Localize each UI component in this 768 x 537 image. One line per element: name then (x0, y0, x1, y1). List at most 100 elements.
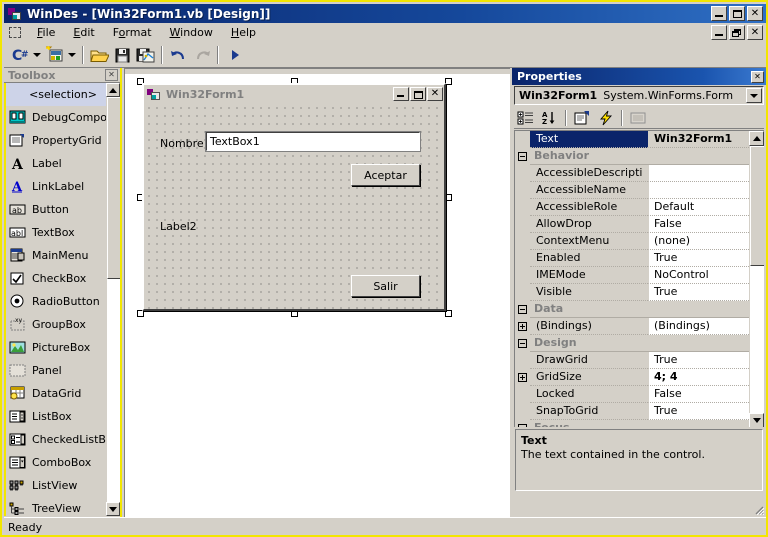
floppy-disk-icon[interactable] (111, 44, 134, 66)
properties-close-icon[interactable]: ✕ (751, 70, 764, 83)
property-value[interactable]: (Bindings) (648, 318, 749, 335)
toolbox-item-datagrid[interactable]: DataGrid (6, 382, 120, 405)
property-value[interactable]: True (648, 352, 749, 369)
toolbox-scroll-down-icon[interactable] (106, 502, 120, 516)
maximize-button[interactable] (729, 6, 745, 21)
categorized-icon[interactable] (514, 108, 538, 128)
mdi-minimize-button[interactable] (711, 25, 727, 40)
resize-handle-se[interactable] (445, 310, 452, 317)
property-row-locked[interactable]: Locked False (515, 386, 749, 403)
property-value[interactable]: True (648, 250, 749, 267)
menu-item-file[interactable]: File (28, 24, 64, 41)
toolbox-item-selection[interactable]: <selection> (6, 83, 120, 106)
property-category-design[interactable]: Design (515, 335, 749, 352)
button-salir[interactable]: Salir (351, 275, 420, 297)
form-minimize-button[interactable] (393, 87, 409, 101)
menu-item-format[interactable]: Format (104, 24, 161, 41)
property-row-allowdrop[interactable]: AllowDrop False (515, 216, 749, 233)
toolbox-item-checkbox[interactable]: CheckBox (6, 267, 120, 290)
property-row-imemode[interactable]: IMEMode NoControl (515, 267, 749, 284)
expand-icon[interactable] (518, 373, 527, 382)
open-folder-icon[interactable] (88, 44, 111, 66)
save-all-icon[interactable] (134, 44, 157, 66)
resize-handle-s[interactable] (291, 310, 298, 317)
resize-grip-icon[interactable] (752, 503, 764, 515)
label2[interactable]: Label2 (160, 220, 197, 233)
property-value[interactable] (648, 165, 749, 182)
collapse-icon[interactable] (518, 305, 527, 314)
redo-arrow-icon[interactable] (190, 44, 213, 66)
property-grid[interactable]: Text Win32Form1 Behavior AccessibleDescr… (514, 130, 764, 427)
toolbox-scroll-track[interactable] (106, 97, 120, 502)
csharp-icon[interactable]: C # (8, 44, 31, 66)
property-row-contextmenu[interactable]: ContextMenu (none) (515, 233, 749, 250)
textbox1[interactable]: TextBox1 (205, 131, 421, 152)
property-scroll-thumb[interactable] (750, 146, 764, 266)
new-item-dropdown-icon[interactable] (66, 44, 78, 66)
property-value[interactable]: True (648, 284, 749, 301)
property-pages-icon[interactable] (570, 108, 594, 128)
toolbox-item-listbox[interactable]: ListBox (6, 405, 120, 428)
label-nombre[interactable]: Nombre: (160, 137, 207, 150)
toolbox-close-icon[interactable]: ✕ (105, 69, 118, 81)
form-maximize-button[interactable] (410, 87, 426, 101)
mdi-close-button[interactable]: ✕ (747, 25, 763, 40)
new-project-dropdown-icon[interactable] (31, 44, 43, 66)
collapse-icon[interactable] (518, 152, 527, 161)
collapse-icon[interactable] (518, 424, 527, 427)
form-close-button[interactable]: ✕ (427, 87, 443, 101)
chevron-down-icon[interactable] (746, 88, 762, 103)
toolbox-item-textbox[interactable]: abl TextBox (6, 221, 120, 244)
menu-item-edit[interactable]: Edit (64, 24, 103, 41)
object-selector-combo[interactable]: Win32Form1 System.WinForms.Form (514, 86, 764, 105)
property-value[interactable]: 4; 4 (648, 369, 749, 386)
toolbox-scrollbar[interactable] (106, 83, 120, 516)
property-row-gridsize[interactable]: GridSize 4; 4 (515, 369, 749, 386)
toolbox-item-propertygrid[interactable]: PropertyGrid (6, 129, 120, 152)
property-row-accessiblerole[interactable]: AccessibleRole Default (515, 199, 749, 216)
close-button[interactable]: ✕ (747, 6, 763, 21)
toolbox-item-button[interactable]: ab Button (6, 198, 120, 221)
alpha-sort-icon[interactable]: A Z (538, 108, 562, 128)
toolbox-item-treeview[interactable]: TreeView (6, 497, 120, 516)
property-scroll-track[interactable] (749, 146, 764, 413)
toolbox-item-combobox[interactable]: ComboBox (6, 451, 120, 474)
menu-item-help[interactable]: Help (222, 24, 265, 41)
toolbox-scroll-up-icon[interactable] (106, 83, 120, 97)
property-grid-scrollbar[interactable] (749, 131, 764, 427)
toolbox-item-checkedlistbox[interactable]: CheckedListBox (6, 428, 120, 451)
property-value[interactable]: NoControl (648, 267, 749, 284)
property-category-data[interactable]: Data (515, 301, 749, 318)
property-value[interactable]: (none) (648, 233, 749, 250)
mdi-restore-button[interactable] (729, 25, 745, 40)
collapse-icon[interactable] (518, 339, 527, 348)
undo-arrow-icon[interactable] (167, 44, 190, 66)
menu-item-window[interactable]: Window (161, 24, 222, 41)
form-designer-surface[interactable]: Win32Form1 ✕ Nombre: TextBox1 Aceptar La… (124, 68, 510, 517)
property-scroll-down-icon[interactable] (749, 413, 764, 427)
mdi-system-icon[interactable] (8, 26, 24, 40)
property-value[interactable] (648, 182, 749, 199)
toolbox-item-radiobutton[interactable]: RadioButton (6, 290, 120, 313)
property-value[interactable]: Default (648, 199, 749, 216)
toolbox-item-label[interactable]: A Label (6, 152, 120, 175)
toolbox-item-mainmenu[interactable]: MainMenu (6, 244, 120, 267)
toolbox-item-picturebox[interactable]: PictureBox (6, 336, 120, 359)
property-category-behavior[interactable]: Behavior (515, 148, 749, 165)
property-row-snaptogrid[interactable]: SnapToGrid True (515, 403, 749, 420)
property-row-accessiblename[interactable]: AccessibleName (515, 182, 749, 199)
new-item-icon[interactable] (43, 44, 66, 66)
toolbox-item-groupbox[interactable]: xy GroupBox (6, 313, 120, 336)
resize-handle-e[interactable] (445, 194, 452, 201)
property-scroll-up-icon[interactable] (749, 131, 764, 146)
toolbox-item-listview[interactable]: ListView (6, 474, 120, 497)
resize-handle-sw[interactable] (137, 310, 144, 317)
designed-form[interactable]: Win32Form1 ✕ Nombre: TextBox1 Aceptar La… (142, 83, 446, 311)
expand-icon[interactable] (518, 322, 527, 331)
property-value[interactable]: False (648, 386, 749, 403)
property-value[interactable]: Win32Form1 (648, 131, 749, 148)
play-triangle-icon[interactable] (223, 44, 246, 66)
lightning-bolt-icon[interactable] (594, 108, 618, 128)
property-row-accessibledescription[interactable]: AccessibleDescripti (515, 165, 749, 182)
toolbox-item-panel[interactable]: Panel (6, 359, 120, 382)
